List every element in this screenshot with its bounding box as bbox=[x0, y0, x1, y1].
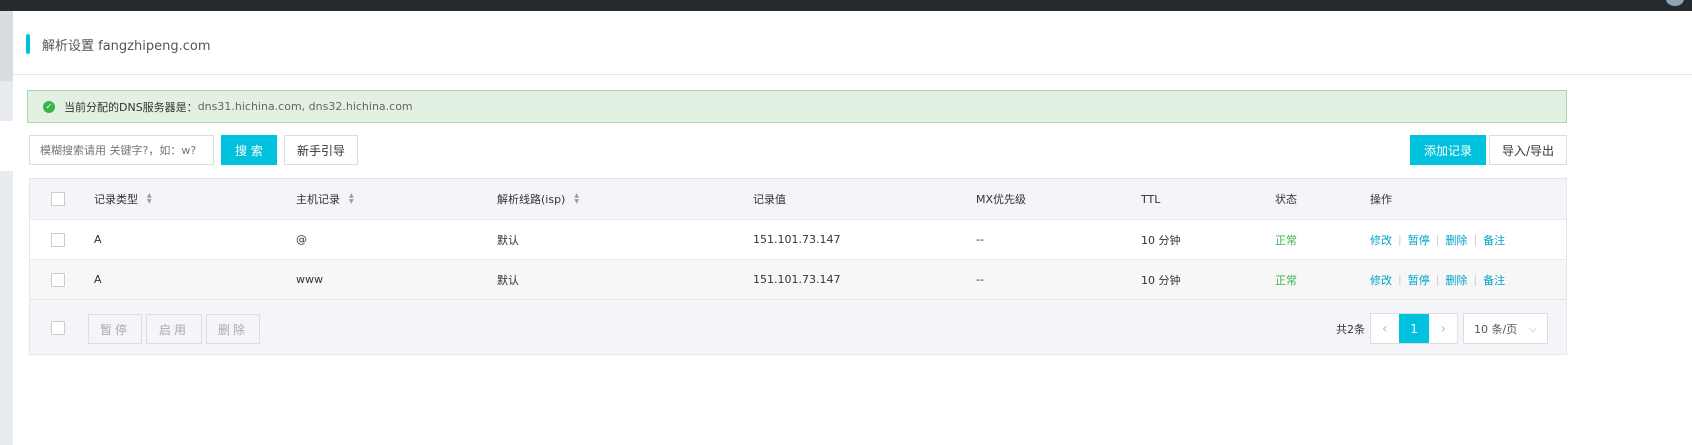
col-status: 状态 bbox=[1275, 193, 1297, 206]
total-count: 共2条 bbox=[1336, 323, 1365, 336]
dns-alert: ✓ 当前分配的DNS服务器是： dns31.hichina.com, dns32… bbox=[27, 90, 1567, 123]
cell-host: @ bbox=[296, 233, 307, 246]
check-circle-icon: ✓ bbox=[43, 100, 55, 113]
alert-label: 当前分配的DNS服务器是： bbox=[64, 100, 198, 114]
add-record-button[interactable]: 添加记录 bbox=[1410, 135, 1486, 165]
table-row: A www 默认 151.101.73.147 -- 10 分钟 正常 修改 | … bbox=[30, 260, 1566, 300]
user-avatar[interactable] bbox=[1666, 0, 1684, 6]
cell-ttl: 10 分钟 bbox=[1141, 233, 1181, 247]
pagination: ‹ 1 › bbox=[1370, 313, 1458, 344]
bulk-delete-button[interactable]: 删除 bbox=[206, 314, 260, 344]
left-sidebar bbox=[0, 11, 13, 445]
row-checkbox[interactable] bbox=[51, 272, 65, 287]
pause-link[interactable]: 暂停 bbox=[1408, 232, 1430, 248]
cell-status: 正常 bbox=[1275, 273, 1297, 287]
col-actions: 操作 bbox=[1370, 193, 1392, 206]
cell-host: www bbox=[296, 273, 323, 286]
cell-type: A bbox=[94, 273, 102, 286]
cell-actions: 修改 | 暂停 | 删除 | 备注 bbox=[1370, 272, 1506, 288]
dns-servers: dns31.hichina.com, dns32.hichina.com bbox=[197, 100, 413, 113]
records-table: 记录类型 ▲ ▼ 主机记录 ▲ ▼ 解析线路(isp) ▲ ▼ 记录值 MX优先级 TTL … bbox=[29, 178, 1567, 355]
pause-link[interactable]: 暂停 bbox=[1408, 272, 1430, 288]
table-row: A @ 默认 151.101.73.147 -- 10 分钟 正常 修改 | 暂停… bbox=[30, 220, 1566, 260]
cell-value: 151.101.73.147 bbox=[753, 233, 841, 246]
select-all-checkbox[interactable] bbox=[51, 192, 65, 206]
cell-actions: 修改 | 暂停 | 删除 | 备注 bbox=[1370, 232, 1506, 248]
col-mx: MX优先级 bbox=[976, 193, 1027, 206]
col-type[interactable]: 记录类型 ▲ ▼ bbox=[94, 191, 152, 207]
cell-mx: -- bbox=[976, 233, 984, 246]
edit-link[interactable]: 修改 bbox=[1370, 232, 1392, 248]
search-button[interactable]: 搜 索 bbox=[221, 135, 277, 165]
sort-icon: ▲ ▼ bbox=[574, 192, 579, 205]
cell-value: 151.101.73.147 bbox=[753, 273, 841, 286]
prev-page-icon[interactable]: ‹ bbox=[1371, 314, 1399, 343]
delete-link[interactable]: 删除 bbox=[1445, 272, 1467, 288]
row-checkbox[interactable] bbox=[51, 232, 65, 247]
col-line[interactable]: 解析线路(isp) ▲ ▼ bbox=[497, 191, 579, 207]
top-bar bbox=[0, 0, 1692, 11]
footer-select-all-checkbox[interactable] bbox=[51, 321, 65, 335]
sort-icon: ▲ ▼ bbox=[147, 192, 152, 205]
page-header: 解析设置 fangzhipeng.com bbox=[13, 11, 1692, 75]
cell-status: 正常 bbox=[1275, 233, 1297, 247]
delete-link[interactable]: 删除 bbox=[1445, 232, 1467, 248]
bulk-pause-button[interactable]: 暂停 bbox=[88, 314, 142, 344]
bulk-enable-button[interactable]: 启用 bbox=[146, 314, 202, 344]
import-export-button[interactable]: 导入/导出 bbox=[1489, 135, 1567, 165]
title-accent-bar bbox=[26, 34, 30, 54]
note-link[interactable]: 备注 bbox=[1483, 232, 1505, 248]
page-title: 解析设置 fangzhipeng.com bbox=[42, 39, 211, 54]
cell-mx: -- bbox=[976, 273, 984, 286]
col-host[interactable]: 主机记录 ▲ ▼ bbox=[296, 191, 354, 207]
next-page-icon[interactable]: › bbox=[1429, 314, 1457, 343]
table-header: 记录类型 ▲ ▼ 主机记录 ▲ ▼ 解析线路(isp) ▲ ▼ 记录值 MX优先级 TTL … bbox=[30, 179, 1566, 220]
chevron-down-icon: ⌵ bbox=[1528, 321, 1537, 335]
cell-line: 默认 bbox=[497, 273, 519, 287]
page-1-button[interactable]: 1 bbox=[1398, 314, 1430, 343]
sort-icon: ▲ ▼ bbox=[349, 192, 354, 205]
page-size-select[interactable]: 10 条/页 ⌵ bbox=[1463, 313, 1548, 344]
edit-link[interactable]: 修改 bbox=[1370, 272, 1392, 288]
cell-type: A bbox=[94, 233, 102, 246]
search-input[interactable] bbox=[29, 135, 214, 165]
col-ttl: TTL bbox=[1141, 192, 1161, 206]
guide-button[interactable]: 新手引导 bbox=[284, 135, 358, 165]
cell-line: 默认 bbox=[497, 233, 519, 247]
note-link[interactable]: 备注 bbox=[1483, 272, 1505, 288]
col-value: 记录值 bbox=[753, 193, 786, 206]
cell-ttl: 10 分钟 bbox=[1141, 273, 1181, 287]
table-footer: 暂停 启用 删除 共2条 ‹ 1 › 10 条/页 ⌵ bbox=[30, 300, 1566, 355]
